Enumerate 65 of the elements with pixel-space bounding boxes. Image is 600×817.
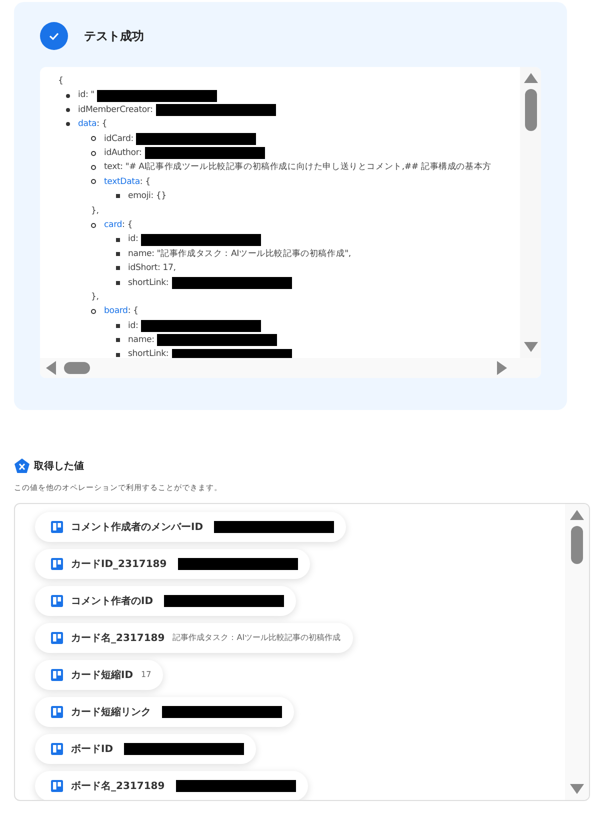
bullet-icon [116, 352, 120, 357]
bullet-icon [91, 179, 96, 184]
board-icon [51, 706, 63, 718]
scroll-down-icon[interactable] [570, 784, 584, 794]
bullet-icon [116, 324, 120, 328]
board-icon [51, 595, 63, 608]
scroll-right-icon[interactable] [497, 361, 507, 375]
variable-icon [14, 458, 30, 474]
scroll-up-icon[interactable] [524, 73, 538, 83]
value-chip[interactable]: ボードID [35, 734, 256, 764]
json-text: }, [91, 204, 100, 218]
bullet-icon [116, 338, 120, 342]
value-chip[interactable]: カード短縮リンク [35, 697, 294, 728]
json-text: { [58, 75, 64, 88]
scrollbar-thumb[interactable] [571, 526, 583, 564]
json-line: card: { [104, 218, 133, 232]
json-line: data: { [78, 118, 108, 132]
json-line: idAuthor: [104, 146, 142, 160]
board-icon [51, 743, 63, 756]
json-line: shortLink: [128, 348, 169, 358]
bullet-icon [66, 108, 70, 112]
value-chip[interactable]: カード短縮ID 17 [35, 660, 164, 690]
status-title: テスト成功 [84, 28, 144, 45]
scrollbar-thumb[interactable] [524, 89, 536, 131]
board-icon [51, 521, 63, 534]
json-text: }, [91, 290, 100, 304]
bullet-icon [116, 252, 120, 256]
bullet-icon [91, 136, 96, 142]
json-line: idMemberCreator: [78, 104, 153, 117]
board-icon [51, 780, 63, 792]
bullet-icon [91, 308, 96, 314]
value-chip[interactable]: コメント作成者のメンバーID [35, 512, 346, 542]
json-line: id: [128, 320, 138, 333]
board-icon [51, 669, 63, 682]
bullet-icon [91, 222, 96, 228]
scroll-left-icon[interactable] [46, 361, 56, 375]
bullet-icon [91, 150, 96, 156]
bullet-icon [66, 122, 70, 126]
board-icon [51, 558, 63, 570]
scrollbar-thumb[interactable] [64, 362, 90, 374]
bullet-icon [116, 280, 120, 285]
json-line: board: { [104, 305, 138, 318]
value-chip[interactable]: コメント作者のID [35, 586, 296, 616]
json-line: textData: { [104, 176, 150, 189]
value-chip[interactable]: ボード名_2317189 [35, 771, 308, 800]
json-line: id: [128, 233, 138, 246]
bullet-icon [91, 165, 96, 170]
scroll-up-icon[interactable] [570, 510, 584, 520]
json-line: idShort: 17, [128, 262, 176, 276]
bullet-icon [116, 194, 120, 198]
json-line: name: "記事作成タスク：AIツール比較記事の初稿作成", [128, 248, 351, 261]
value-chip[interactable]: カードID_2317189 [35, 549, 310, 580]
json-line: shortLink: [128, 276, 169, 290]
bullet-icon [116, 266, 120, 270]
json-line: idCard: [104, 132, 134, 146]
scroll-down-icon[interactable] [524, 342, 538, 352]
value-chip[interactable]: カード名_2317189 記事作成タスク：AIツール比較記事の初稿作成 [35, 623, 353, 654]
json-line: id: " [78, 89, 94, 102]
bullet-icon [116, 238, 120, 242]
json-line: name: [128, 334, 154, 348]
bullet-icon [66, 94, 70, 98]
json-line: text: "# AI記事作成ツール比較記事の初稿作成に向けた申し送りとコメント,## 記事構成の基本方 [104, 161, 492, 174]
json-line: emoji: {} [128, 190, 166, 204]
section-title: 取得した値 [34, 460, 84, 474]
board-icon [51, 632, 63, 644]
